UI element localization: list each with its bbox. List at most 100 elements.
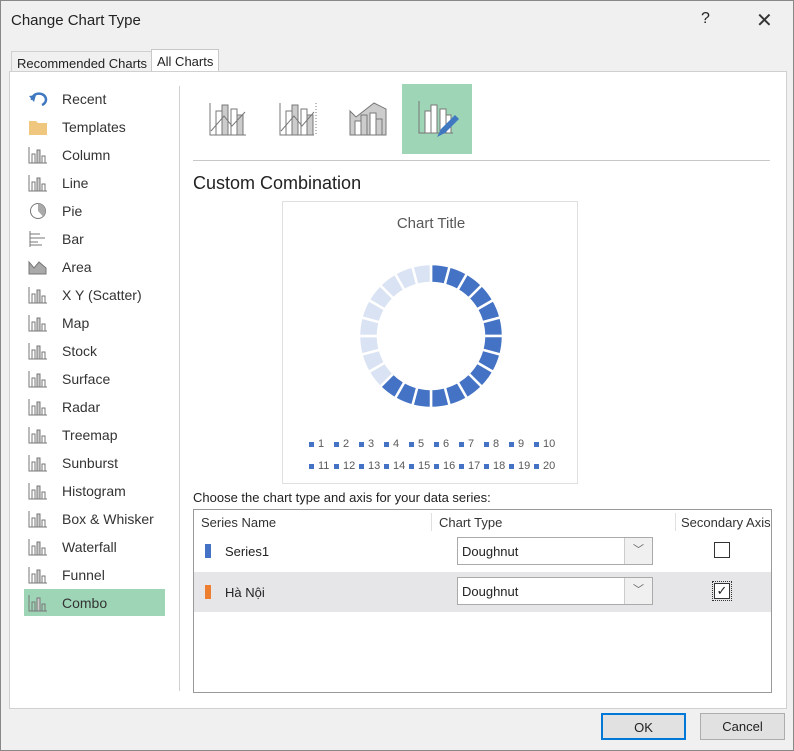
legend-marker (334, 463, 339, 469)
waterfall-icon (28, 538, 47, 555)
legend-label: 14 (393, 460, 406, 472)
help-button[interactable]: ? (701, 10, 710, 28)
sidebar-item-sunburst[interactable]: Sunburst (24, 449, 165, 476)
legend-label: 17 (468, 460, 481, 472)
divider (179, 86, 180, 691)
sidebar-item-label: Histogram (62, 482, 126, 499)
sidebar-item-column[interactable]: Column (24, 141, 165, 168)
legend-marker (309, 441, 314, 447)
treemap-icon (28, 426, 47, 443)
legend-entry: 17 (459, 460, 480, 472)
sidebar-item-treemap[interactable]: Treemap (24, 421, 165, 448)
sidebar-item-line[interactable]: Line (24, 169, 165, 196)
chevron-down-icon[interactable]: ﹀ (624, 578, 652, 604)
sidebar-item-pie[interactable]: Pie (24, 197, 165, 224)
series-color-swatch (205, 544, 211, 558)
legend-marker (459, 463, 464, 469)
funnel-icon (28, 566, 47, 583)
sidebar-item-bar[interactable]: Bar (24, 225, 165, 252)
radar-chart-icon (28, 398, 47, 415)
legend-label: 6 (443, 438, 450, 450)
legend-entry: 10 (534, 438, 555, 450)
sidebar-item-stock[interactable]: Stock (24, 337, 165, 364)
column-chart-icon (28, 146, 47, 163)
secondary-axis-checkbox-checked[interactable]: ✓ (712, 581, 732, 601)
legend-label: 2 (343, 438, 350, 450)
series-name: Series1 (225, 544, 270, 559)
sidebar-item-recent[interactable]: Recent (24, 85, 165, 112)
chart-type-value: Doughnut (462, 584, 519, 599)
area-chart-icon (28, 260, 47, 274)
stacked-area-column-icon (349, 102, 387, 136)
legend-marker (509, 463, 514, 469)
sidebar-item-label: Funnel (62, 566, 105, 583)
legend-marker (534, 441, 539, 447)
legend-entry: 18 (484, 460, 505, 472)
sidebar-item-x-y-scatter[interactable]: X Y (Scatter) (24, 281, 165, 308)
legend-label: 5 (418, 438, 425, 450)
legend-entry: 1 (309, 438, 324, 450)
legend-marker (484, 441, 489, 447)
tab-all-charts[interactable]: All Charts (151, 49, 220, 72)
legend-marker (359, 463, 364, 469)
histogram-icon (28, 482, 47, 499)
subtype-clustered-column-line[interactable] (193, 84, 263, 154)
legend-entry: 4 (384, 438, 399, 450)
sidebar-item-surface[interactable]: Surface (24, 365, 165, 392)
sidebar-item-funnel[interactable]: Funnel (24, 561, 165, 588)
sidebar-item-map[interactable]: Map (24, 309, 165, 336)
pie-chart-icon (30, 202, 46, 219)
legend-marker (309, 463, 314, 469)
sidebar-item-label: Waterfall (62, 538, 117, 555)
legend-marker (359, 441, 364, 447)
scatter-chart-icon (28, 286, 47, 303)
combo-chart-icon (28, 594, 47, 611)
doughnut-segment (429, 385, 452, 410)
header-secondary-axis: Secondary Axis (681, 515, 771, 530)
sidebar-item-label: Area (62, 258, 92, 275)
chevron-down-icon[interactable]: ﹀ (624, 538, 652, 564)
legend-marker (434, 441, 439, 447)
secondary-axis-checkbox[interactable] (714, 542, 730, 558)
chart-type-select[interactable]: Doughnut ﹀ (457, 577, 653, 605)
legend-entry: 15 (409, 460, 430, 472)
chart-preview: Chart Title 1 2 3 4 5 6 7 8 9 10 11 12 13 14 15 16 17 18 1… (282, 201, 578, 484)
series-table: Series Name Chart Type Secondary Axis Se… (193, 509, 772, 693)
legend-label: 15 (418, 460, 431, 472)
sidebar-item-templates[interactable]: Templates (24, 113, 165, 140)
tab-recommended-charts[interactable]: Recommended Charts (11, 51, 154, 72)
folder-icon (29, 120, 47, 135)
sidebar-item-combo[interactable]: Combo (24, 589, 165, 616)
legend-entry: 14 (384, 460, 405, 472)
sidebar-item-label: Line (62, 174, 89, 191)
sidebar-item-box-whisker[interactable]: Box & Whisker (24, 505, 165, 532)
doughnut-segment (357, 334, 382, 357)
sidebar-item-histogram[interactable]: Histogram (24, 477, 165, 504)
custom-combination-pencil-icon (418, 101, 459, 137)
legend-label: 19 (518, 460, 531, 472)
sidebar-item-waterfall[interactable]: Waterfall (24, 533, 165, 560)
legend-marker (384, 463, 389, 469)
legend-entry: 2 (334, 438, 349, 450)
dialog-title: Change Chart Type (11, 12, 141, 29)
close-button[interactable]: ✕ (756, 8, 773, 33)
legend-label: 7 (468, 438, 475, 450)
subtype-custom-combination[interactable] (402, 84, 472, 154)
chart-type-value: Doughnut (462, 544, 519, 559)
legend-entry: 9 (509, 438, 524, 450)
cancel-button[interactable]: Cancel (700, 713, 785, 740)
column-line-secondary-icon (279, 103, 317, 136)
sidebar-item-label: Radar (62, 398, 101, 415)
legend-entry: 8 (484, 438, 499, 450)
sidebar-item-radar[interactable]: Radar (24, 393, 165, 420)
legend-entry: 20 (534, 460, 555, 472)
subtype-column-line-secondary[interactable] (263, 84, 333, 154)
ok-button[interactable]: OK (601, 713, 686, 740)
legend-entry: 7 (459, 438, 474, 450)
subtype-stacked-area-column[interactable] (333, 84, 403, 154)
legend-label: 11 (318, 460, 330, 472)
sidebar-item-area[interactable]: Area (24, 253, 165, 280)
chart-type-select[interactable]: Doughnut ﹀ (457, 537, 653, 565)
legend-marker (534, 463, 539, 469)
legend-marker (334, 441, 339, 447)
